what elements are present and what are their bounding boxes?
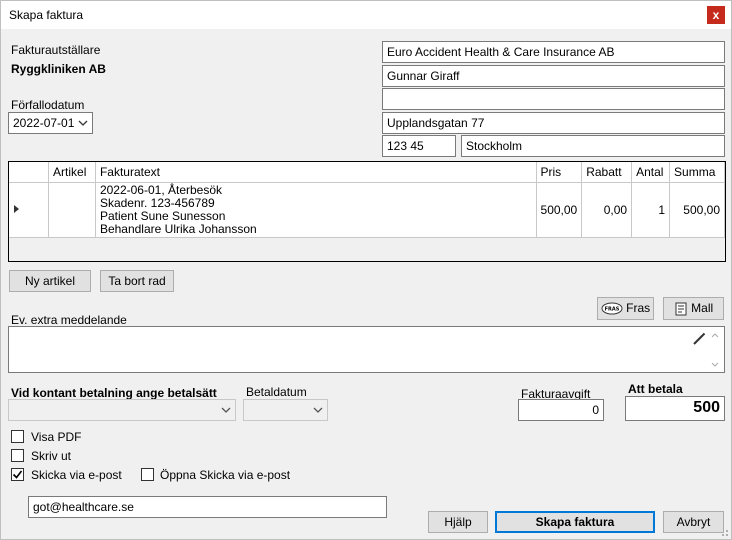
recipient-contact-field[interactable]: Gunnar Giraff: [382, 65, 725, 87]
column-header-quantity[interactable]: Antal: [631, 162, 671, 183]
new-article-button[interactable]: Ny artikel: [9, 270, 91, 292]
extra-message-input[interactable]: [8, 326, 725, 373]
mall-label: Mall: [691, 301, 714, 315]
create-invoice-button[interactable]: Skapa faktura: [495, 511, 655, 533]
create-invoice-dialog: Skapa faktura x Fakturautställare Ryggkl…: [0, 0, 732, 540]
recipient-zip-field[interactable]: 123 45: [382, 135, 456, 157]
invoice-text-line: 2022-06-01, Återbesök: [99, 182, 223, 197]
scrollbar[interactable]: [710, 330, 720, 370]
price-cell[interactable]: 500,00: [536, 182, 583, 238]
close-button[interactable]: x: [707, 6, 725, 24]
help-button[interactable]: Hjälp: [428, 511, 488, 533]
cancel-button[interactable]: Avbryt: [663, 511, 724, 533]
recipient-address2-field[interactable]: [382, 88, 725, 110]
send-email-checkbox[interactable]: [11, 468, 24, 481]
amount-due-field: 500: [625, 396, 725, 421]
due-date-value: 2022-07-01: [13, 116, 75, 130]
recipient-city-field[interactable]: Stockholm: [461, 135, 725, 157]
amount-due-label: Att betala: [628, 382, 683, 396]
send-email-label[interactable]: Skicka via e-post: [31, 468, 122, 482]
payment-date-label: Betaldatum: [246, 385, 307, 399]
invoice-text-line: Behandlare Ulrika Johansson: [99, 221, 257, 236]
payment-method-dropdown[interactable]: [8, 399, 236, 421]
email-field[interactable]: got@healthcare.se: [28, 496, 387, 518]
mall-button[interactable]: Mall: [663, 297, 724, 320]
fras-button[interactable]: FRAS Fras: [597, 297, 654, 320]
invoice-text-line: Skadenr. 123-456789: [99, 195, 215, 210]
due-date-label: Förfallodatum: [11, 98, 85, 112]
fras-label: Fras: [626, 301, 651, 315]
print-checkbox[interactable]: [11, 449, 24, 462]
show-pdf-label[interactable]: Visa PDF: [31, 430, 81, 444]
checkmark-icon: [12, 470, 23, 479]
invoice-rows-table: Artikel Fakturatext Pris Rabatt Antal Su…: [9, 162, 725, 238]
delete-row-button[interactable]: Ta bort rad: [100, 270, 174, 292]
invoice-text-cell[interactable]: 2022-06-01, Återbesök Skadenr. 123-45678…: [95, 182, 537, 238]
speech-bubble-icon: FRAS: [601, 302, 623, 315]
due-date-picker[interactable]: 2022-07-01: [8, 112, 93, 134]
resize-grip-icon[interactable]: [717, 525, 729, 537]
issuer-name: Ryggkliniken AB: [11, 62, 106, 76]
column-header-text[interactable]: Fakturatext: [95, 162, 537, 183]
column-header-article[interactable]: Artikel: [48, 162, 96, 183]
row-selector[interactable]: [9, 182, 50, 238]
column-header-discount[interactable]: Rabatt: [581, 162, 633, 183]
payment-date-picker[interactable]: [243, 399, 328, 421]
chevron-down-icon: [221, 407, 231, 413]
title-bar: Skapa faktura x: [1, 1, 731, 29]
open-send-email-label[interactable]: Öppna Skicka via e-post: [160, 468, 290, 482]
print-label[interactable]: Skriv ut: [31, 449, 71, 463]
pencil-icon[interactable]: [692, 332, 706, 346]
table-row[interactable]: 2022-06-01, Återbesök Skadenr. 123-45678…: [9, 182, 725, 238]
payment-method-label: Vid kontant betalning ange betalsätt: [11, 386, 217, 400]
invoice-fee-field[interactable]: 0: [518, 399, 604, 421]
current-row-arrow-icon: [14, 204, 19, 213]
template-icon: [675, 302, 687, 316]
issuer-label: Fakturautställare: [11, 43, 101, 57]
column-header-price[interactable]: Pris: [536, 162, 583, 183]
recipient-company-field[interactable]: Euro Accident Health & Care Insurance AB: [382, 41, 725, 63]
quantity-cell[interactable]: 1: [631, 182, 671, 238]
discount-cell[interactable]: 0,00: [581, 182, 633, 238]
recipient-street-field[interactable]: Upplandsgatan 77: [382, 112, 725, 134]
column-header-sum[interactable]: Summa: [669, 162, 725, 183]
article-cell[interactable]: [48, 182, 96, 238]
row-selector-header: [9, 162, 50, 183]
close-icon: x: [712, 8, 720, 22]
open-send-email-checkbox[interactable]: [141, 468, 154, 481]
extra-message-label: Ev. extra meddelande: [11, 313, 127, 327]
chevron-down-icon: [78, 120, 88, 126]
show-pdf-checkbox[interactable]: [11, 430, 24, 443]
invoice-text-line: Patient Sune Sunesson: [99, 208, 226, 223]
window-title: Skapa faktura: [9, 8, 84, 22]
svg-text:FRAS: FRAS: [604, 306, 619, 312]
chevron-down-icon: [313, 407, 323, 413]
sum-cell[interactable]: 500,00: [669, 182, 725, 238]
grid-header-row: Artikel Fakturatext Pris Rabatt Antal Su…: [9, 162, 725, 183]
